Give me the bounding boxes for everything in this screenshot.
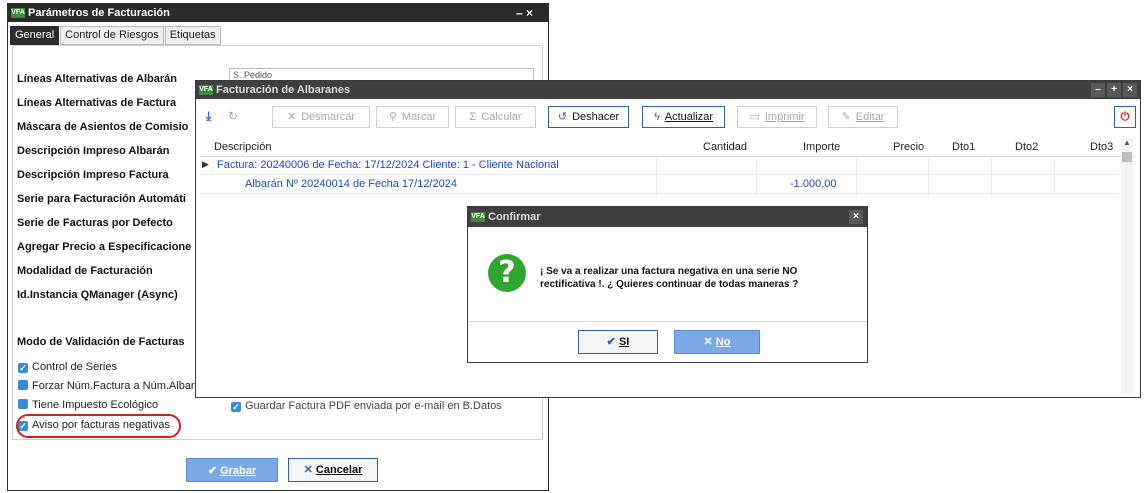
label-serie-defecto: Serie de Facturas por Defecto [17, 217, 173, 229]
params-titlebar[interactable]: VFA Parámetros de Facturación – × [8, 4, 548, 22]
check-icon: ✔ [606, 336, 616, 348]
dialog-separator [468, 321, 867, 322]
confirm-titlebar[interactable]: VFA Confirmar × [468, 207, 867, 227]
close-icon: ✕ [286, 111, 297, 123]
refresh-icon[interactable]: ↻ [228, 109, 238, 123]
column-header[interactable]: Precio [893, 141, 924, 153]
row-descripcion: Factura: 20240006 de Fecha: 17/12/2024 C… [217, 159, 559, 171]
actualizar-button[interactable]: ϟ Actualizar [642, 106, 725, 128]
pencil-icon: ✎ [841, 111, 851, 123]
no-button[interactable]: ✕ No [674, 330, 760, 354]
vertical-scrollbar[interactable]: ▲ [1121, 138, 1133, 393]
tab-control-riesgos[interactable]: Control de Riesgos [60, 26, 164, 45]
checkbox-unchecked-icon [18, 399, 28, 409]
label-lineas-albaran: Líneas Alternativas de Albarán [17, 73, 177, 85]
pin-icon: ⚲ [388, 111, 397, 123]
label-modalidad: Modalidad de Facturación [17, 265, 153, 277]
params-title: Parámetros de Facturación [28, 7, 170, 19]
row-descripcion: Albarán Nº 20240014 de Fecha 17/12/2024 [245, 178, 457, 190]
confirm-dialog: VFA Confirmar × ? ¡ Se va a realizar una… [467, 206, 868, 363]
calcular-button[interactable]: Σ Calcular [455, 106, 536, 128]
cancelar-button[interactable]: ✕ Cancelar [288, 458, 378, 482]
grid-header: Descripción Cantidad Importe Precio Dto1… [200, 138, 1135, 157]
red-highlight-ellipse [16, 414, 181, 438]
confirm-title: Confirmar [488, 211, 541, 223]
editar-button[interactable]: ✎ Editar [828, 106, 898, 128]
grabar-button[interactable]: ✔ Grabar [186, 458, 278, 482]
close-icon: ✕ [703, 336, 713, 348]
checkbox-checked-icon: ✓ [231, 402, 241, 412]
window-controls[interactable]: – × [516, 4, 533, 22]
label-desc-impreso-albaran: Descripción Impreso Albarán [17, 145, 170, 157]
column-header[interactable]: Dto1 [952, 141, 975, 153]
maximize-icon[interactable]: + [1107, 83, 1121, 97]
table-row[interactable]: Albarán Nº 20240014 de Fecha 17/12/2024 … [200, 175, 1118, 194]
table-row[interactable]: ▶ Factura: 20240006 de Fecha: 17/12/2024… [200, 156, 1118, 175]
label-serie-automatica: Serie para Facturación Automáti [17, 193, 186, 205]
scroll-up-icon[interactable]: ▲ [1123, 138, 1131, 147]
checkbox-guardar-pdf[interactable]: ✓ Guardar Factura PDF enviada por e-mail … [231, 400, 502, 412]
section-modo-validacion: Modo de Validación de Facturas [17, 336, 185, 348]
app-logo-icon: VFA [11, 8, 25, 18]
close-icon[interactable]: × [849, 210, 863, 224]
deshacer-button[interactable]: ↺ Deshacer [548, 106, 629, 128]
printer-icon: ▭ [749, 111, 760, 123]
params-tabs: General Control de Riesgos Etiquetas [10, 26, 222, 45]
column-header[interactable]: Dto2 [1015, 141, 1038, 153]
checkbox-forzar-num[interactable]: Forzar Núm.Factura a Núm.Albar [18, 380, 195, 392]
column-header[interactable]: Importe [803, 141, 840, 153]
row-importe: -1.000,00 [790, 178, 837, 190]
sum-icon: Σ [469, 111, 477, 123]
marcar-button[interactable]: ⚲ Marcar [376, 106, 449, 128]
label-desc-impreso-factura: Descripción Impreso Factura [17, 169, 169, 181]
albaranes-titlebar[interactable]: VFA Facturación de Albaranes – + × [196, 81, 1140, 99]
checkbox-control-series[interactable]: ✓ Control de Series [18, 361, 117, 373]
power-icon[interactable]: ⏻ [1114, 106, 1136, 128]
app-logo-icon: VFA [471, 212, 485, 222]
close-icon: ✕ [303, 464, 313, 476]
column-header[interactable]: Descripción [214, 141, 271, 153]
label-agregar-precio: Agregar Precio a Especificacione [17, 241, 192, 253]
column-header[interactable]: Cantidad [703, 141, 747, 153]
question-icon: ? [488, 254, 526, 292]
imprimir-button[interactable]: ▭ Imprimir [737, 106, 817, 128]
close-icon[interactable]: × [1123, 83, 1137, 97]
albaranes-title: Facturación de Albaranes [216, 84, 351, 96]
check-icon: ✔ [207, 465, 218, 477]
scroll-thumb[interactable] [1122, 152, 1132, 162]
si-button[interactable]: ✔ SI [578, 330, 658, 354]
checkbox-unchecked-icon [18, 380, 28, 390]
minimize-icon[interactable]: – [1091, 83, 1105, 97]
label-mascara-asientos: Máscara de Asientos de Comisio [17, 121, 189, 133]
app-logo-icon: VFA [199, 85, 213, 95]
download-icon[interactable]: ⤓ [206, 109, 211, 124]
checkbox-checked-icon: ✓ [18, 363, 28, 373]
label-qmanager: Id.Instancia QManager (Async) [17, 289, 178, 301]
checkbox-impuesto-ecologico[interactable]: Tiene Impuesto Ecológico [18, 399, 158, 411]
undo-icon: ↺ [557, 111, 568, 123]
desmarcar-button[interactable]: ✕ Desmarcar [272, 106, 370, 128]
label-lineas-factura: Líneas Alternativas de Factura [17, 97, 177, 109]
tab-general[interactable]: General [10, 26, 60, 45]
row-indicator-icon: ▶ [202, 159, 209, 169]
tab-etiquetas[interactable]: Etiquetas [164, 26, 221, 45]
lightning-icon: ϟ [653, 111, 660, 123]
confirm-message: ¡ Se va a realizar una factura negativa … [540, 266, 799, 290]
column-header[interactable]: Dto3 [1090, 141, 1113, 153]
